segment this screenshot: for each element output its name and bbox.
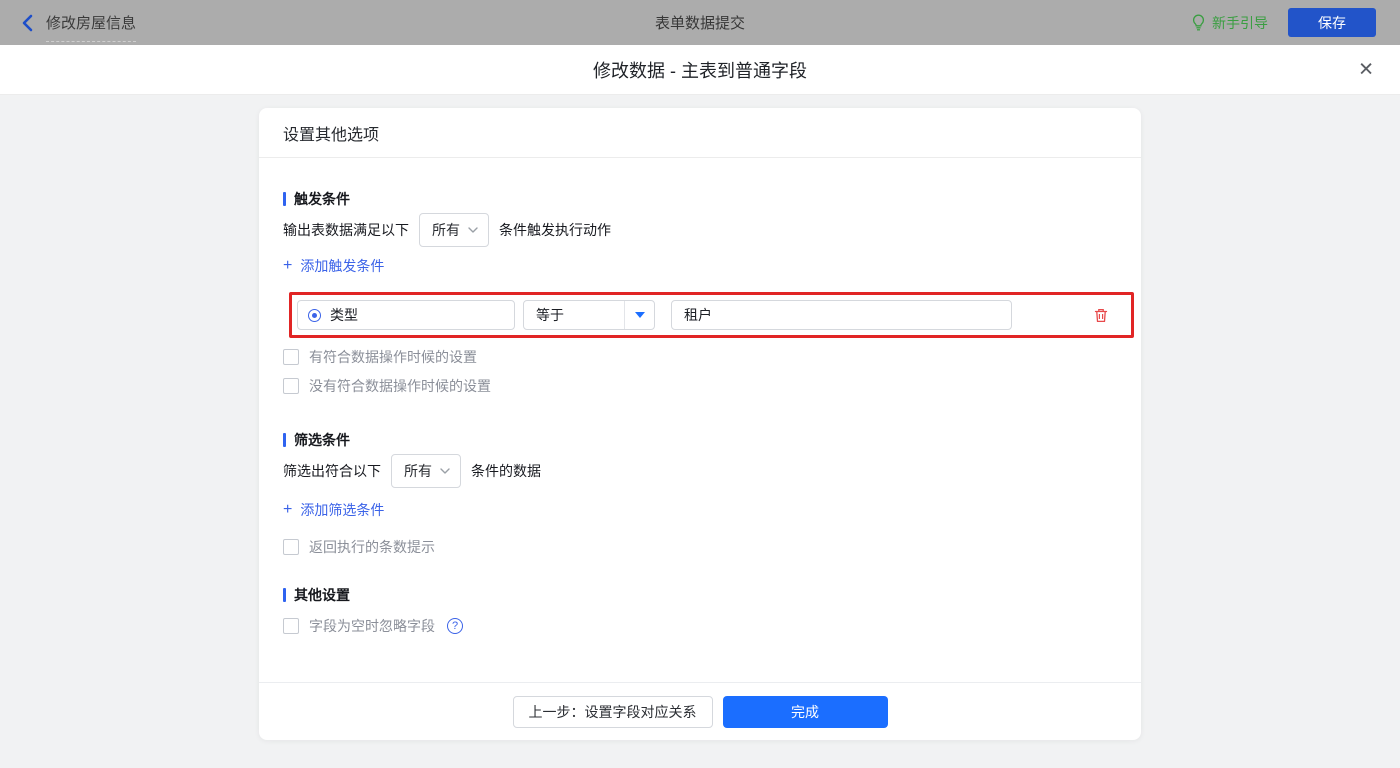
checkbox-return-count-hint[interactable]: 返回执行的条数提示 [283,537,435,557]
field-type-icon [308,308,321,322]
plus-icon: + [283,257,293,274]
add-trigger-condition-label: 添加触发条件 [300,258,385,274]
other-section-title: 其他设置 [283,585,1117,605]
checkbox-label: 返回执行的条数提示 [309,539,435,555]
condition-field-value: 类型 [330,307,358,323]
filter-section-title: 筛选条件 [283,430,1117,450]
checkbox-label: 没有符合数据操作时候的设置 [309,378,491,394]
filter-match-sentence: 筛选出符合以下 所有 条件的数据 [283,454,1117,488]
checkbox-label: 有符合数据操作时候的设置 [309,349,477,365]
modal-title: 修改数据 - 主表到普通字段 [593,60,807,81]
checkbox-box[interactable] [283,378,299,394]
chevron-down-icon [440,468,450,474]
topbar: 修改房屋信息 表单数据提交 新手引导 保存 [0,0,1400,45]
panel-content: 触发条件 输出表数据满足以下 所有 条件触发执行动作 + 添加触发条件 类型 等… [259,189,1141,636]
trigger-section-title: 触发条件 [283,189,1117,209]
trigger-condition-row: 类型 等于 租户 [289,292,1134,338]
modal-header: 修改数据 - 主表到普通字段 ✕ [0,45,1400,95]
caret-down-button[interactable] [624,301,654,329]
filter-match-select-value: 所有 [404,463,432,479]
chevron-down-icon [468,227,478,233]
filter-sentence-suffix: 条件的数据 [471,463,541,479]
filter-sentence-prefix: 筛选出符合以下 [283,463,381,479]
condition-field-input[interactable]: 类型 [297,300,515,330]
trigger-match-select-value: 所有 [432,222,460,238]
section-accent-bar [283,433,286,447]
other-section-label: 其他设置 [294,587,350,603]
previous-step-button[interactable]: 上一步：设置字段对应关系 [512,695,713,728]
page-title: 表单数据提交 [654,15,746,32]
section-accent-bar [283,192,286,206]
flow-name-label[interactable]: 修改房屋信息 [46,12,137,42]
checkbox-ignore-empty-field[interactable]: 字段为空时忽略字段 ? [283,616,463,636]
checkbox-matched-data-action[interactable]: 有符合数据操作时候的设置 [283,347,477,367]
trigger-section-label: 触发条件 [294,191,350,207]
filter-section-label: 筛选条件 [294,432,350,448]
trash-icon[interactable] [1093,307,1109,324]
options-panel: 设置其他选项 触发条件 输出表数据满足以下 所有 条件触发执行动作 + 添加触发… [259,108,1141,740]
trigger-match-sentence: 输出表数据满足以下 所有 条件触发执行动作 [283,213,1117,247]
topbar-left: 修改房屋信息 [20,12,137,42]
close-icon[interactable]: ✕ [1358,60,1374,79]
panel-footer: 上一步：设置字段对应关系 完成 [259,682,1141,740]
trigger-match-select[interactable]: 所有 [419,213,489,247]
checkbox-label: 字段为空时忽略字段 [309,618,435,634]
help-icon[interactable]: ? [447,618,463,634]
panel-header: 设置其他选项 [259,108,1141,158]
condition-operator-select[interactable]: 等于 [523,300,655,330]
condition-value-text: 租户 [684,307,712,323]
beginner-guide-label: 新手引导 [1212,14,1268,31]
add-trigger-condition-link[interactable]: + 添加触发条件 [283,256,384,276]
plus-icon: + [283,501,293,518]
condition-value-input[interactable]: 租户 [671,300,1012,330]
trigger-sentence-prefix: 输出表数据满足以下 [283,222,409,238]
add-filter-condition-label: 添加筛选条件 [300,502,385,518]
caret-down-icon [634,312,645,318]
modal-body: 设置其他选项 触发条件 输出表数据满足以下 所有 条件触发执行动作 + 添加触发… [0,108,1400,768]
back-icon[interactable] [20,14,34,32]
condition-operator-value: 等于 [536,307,564,323]
checkbox-box[interactable] [283,618,299,634]
filter-match-select[interactable]: 所有 [391,454,461,488]
trigger-sentence-suffix: 条件触发执行动作 [499,222,611,238]
section-accent-bar [283,588,286,602]
beginner-guide-link[interactable]: 新手引导 [1191,13,1268,33]
add-filter-condition-link[interactable]: + 添加筛选条件 [283,500,384,520]
topbar-right: 新手引导 保存 [1191,8,1376,37]
checkbox-unmatched-data-action[interactable]: 没有符合数据操作时候的设置 [283,376,491,396]
save-button[interactable]: 保存 [1288,8,1376,37]
checkbox-box[interactable] [283,539,299,555]
checkbox-box[interactable] [283,349,299,365]
done-button[interactable]: 完成 [722,695,888,728]
lightbulb-icon [1191,14,1206,31]
